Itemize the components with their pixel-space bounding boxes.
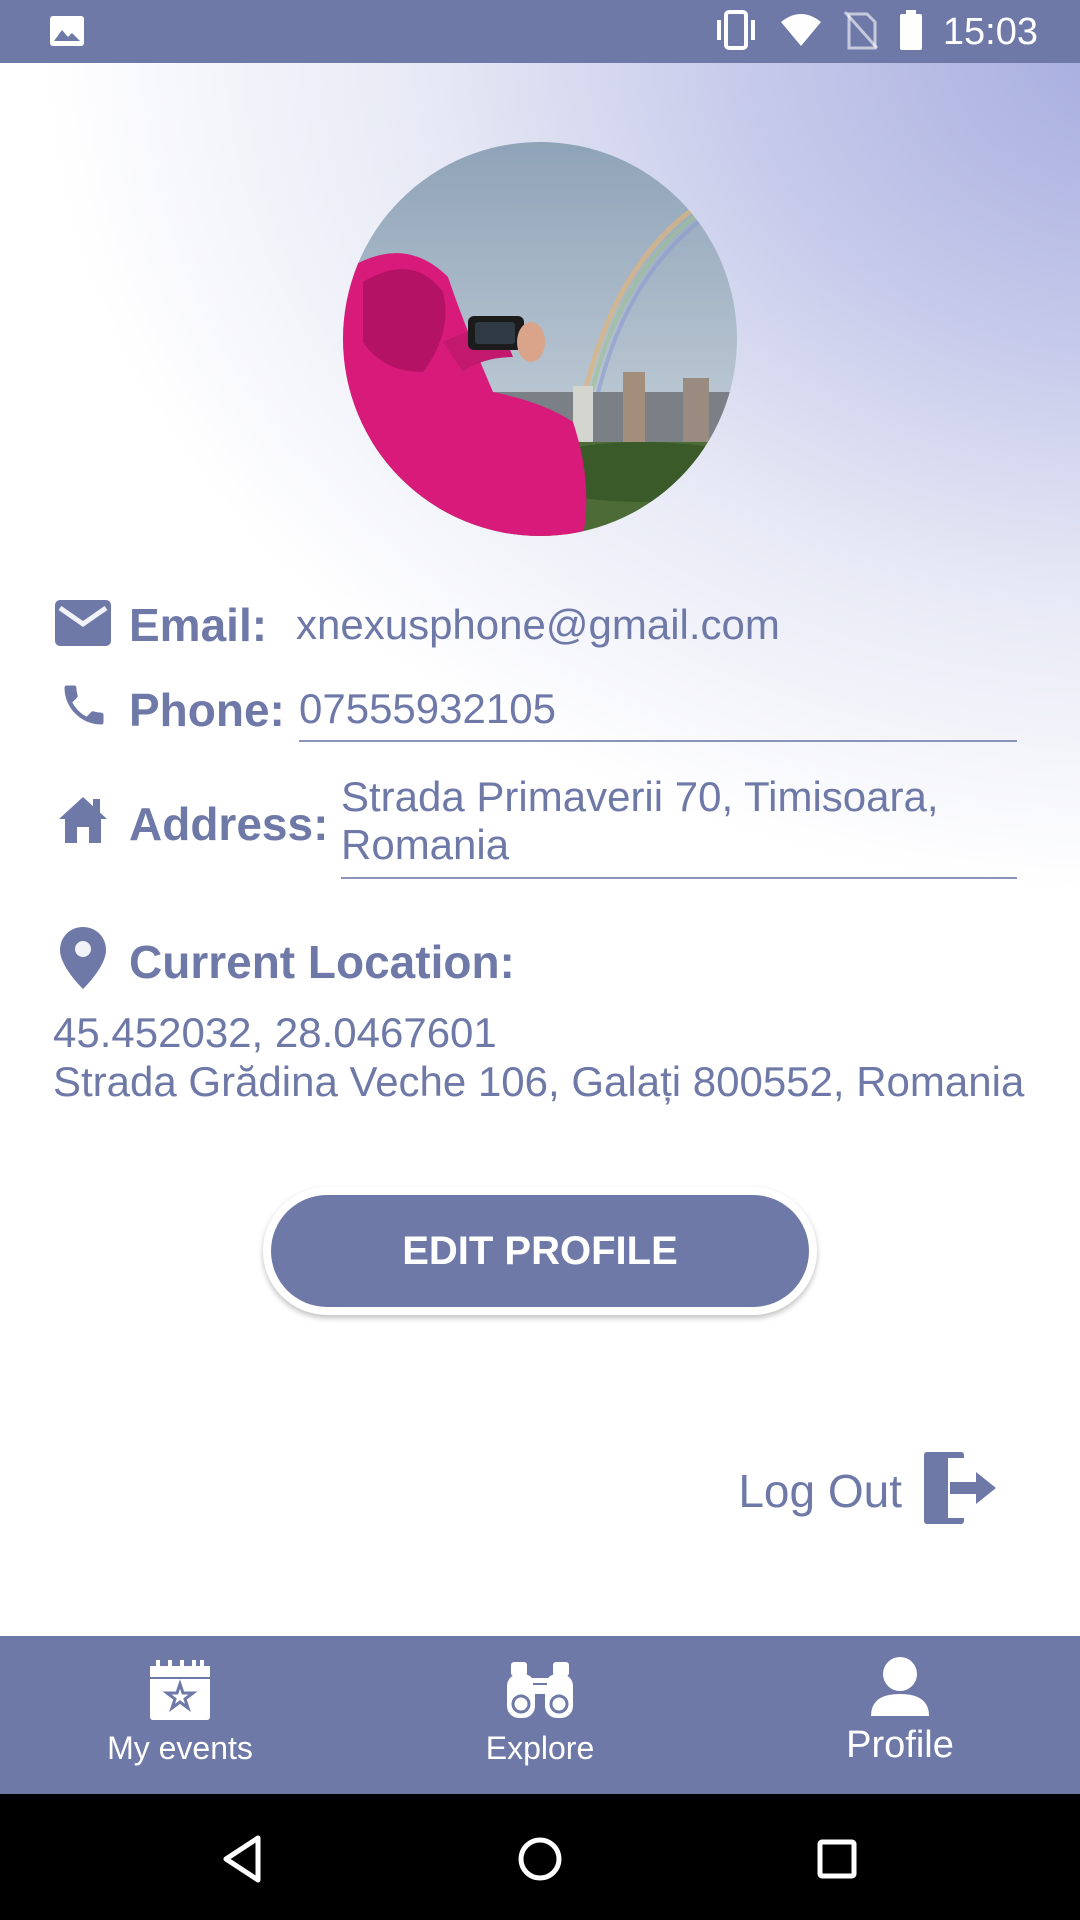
address-field-underline	[341, 877, 1017, 879]
email-value: xnexusphone@gmail.com	[296, 601, 780, 648]
phone-icon	[58, 679, 110, 736]
recents-icon[interactable]	[802, 1824, 872, 1894]
nav-explore-label: Explore	[485, 1730, 595, 1766]
bottom-navigation: My events Explore Profile	[0, 1636, 1080, 1794]
vibrate-icon	[713, 9, 759, 55]
wifi-icon	[779, 12, 823, 53]
status-time: 15:03	[942, 10, 1038, 53]
address-label: Address:	[129, 798, 329, 850]
phone-field-underline	[299, 740, 1017, 742]
calendar-star-icon	[150, 1660, 210, 1720]
nav-profile-label: Profile	[846, 1724, 954, 1766]
current-location-label: Current Location:	[129, 936, 515, 988]
battery-icon	[899, 9, 923, 55]
address-line-1[interactable]: Strada Primaverii 70, Timisoara,	[341, 773, 939, 821]
home-circle-icon[interactable]	[505, 1824, 575, 1894]
nav-explore[interactable]: Explore	[360, 1636, 720, 1794]
status-bar: 15:03	[0, 0, 1080, 63]
back-icon[interactable]	[208, 1824, 278, 1894]
edit-profile-button-outline: EDIT PROFILE	[263, 1187, 817, 1315]
location-coordinates: 45.452032, 28.0467601	[53, 1009, 497, 1056]
no-sim-icon	[843, 10, 879, 55]
edit-profile-button[interactable]: EDIT PROFILE	[271, 1195, 809, 1307]
binoculars-icon	[507, 1662, 573, 1718]
location-pin-icon	[60, 927, 106, 994]
logout-label: Log Out	[738, 1464, 902, 1517]
system-navigation-bar	[0, 1794, 1080, 1920]
nav-profile[interactable]: Profile	[720, 1636, 1080, 1794]
nav-my-events[interactable]: My events	[0, 1636, 360, 1794]
home-icon	[57, 795, 109, 850]
phone-field[interactable]: 07555932105	[299, 685, 556, 733]
profile-screen: Email: xnexusphone@gmail.com Phone: 0755…	[0, 63, 1080, 1636]
person-icon	[871, 1657, 929, 1716]
email-icon	[55, 600, 111, 651]
phone-label: Phone:	[129, 684, 285, 736]
image-notification-icon	[50, 16, 84, 51]
location-address: Strada Grădina Veche 106, Galați 800552,…	[53, 1058, 1025, 1105]
profile-avatar[interactable]	[343, 142, 737, 536]
logout-icon	[920, 1448, 1000, 1533]
address-line-2[interactable]: Romania	[341, 821, 509, 869]
nav-my-events-label: My events	[107, 1730, 253, 1766]
email-label: Email:	[129, 599, 268, 651]
logout-button[interactable]: Log Out	[738, 1448, 1000, 1533]
